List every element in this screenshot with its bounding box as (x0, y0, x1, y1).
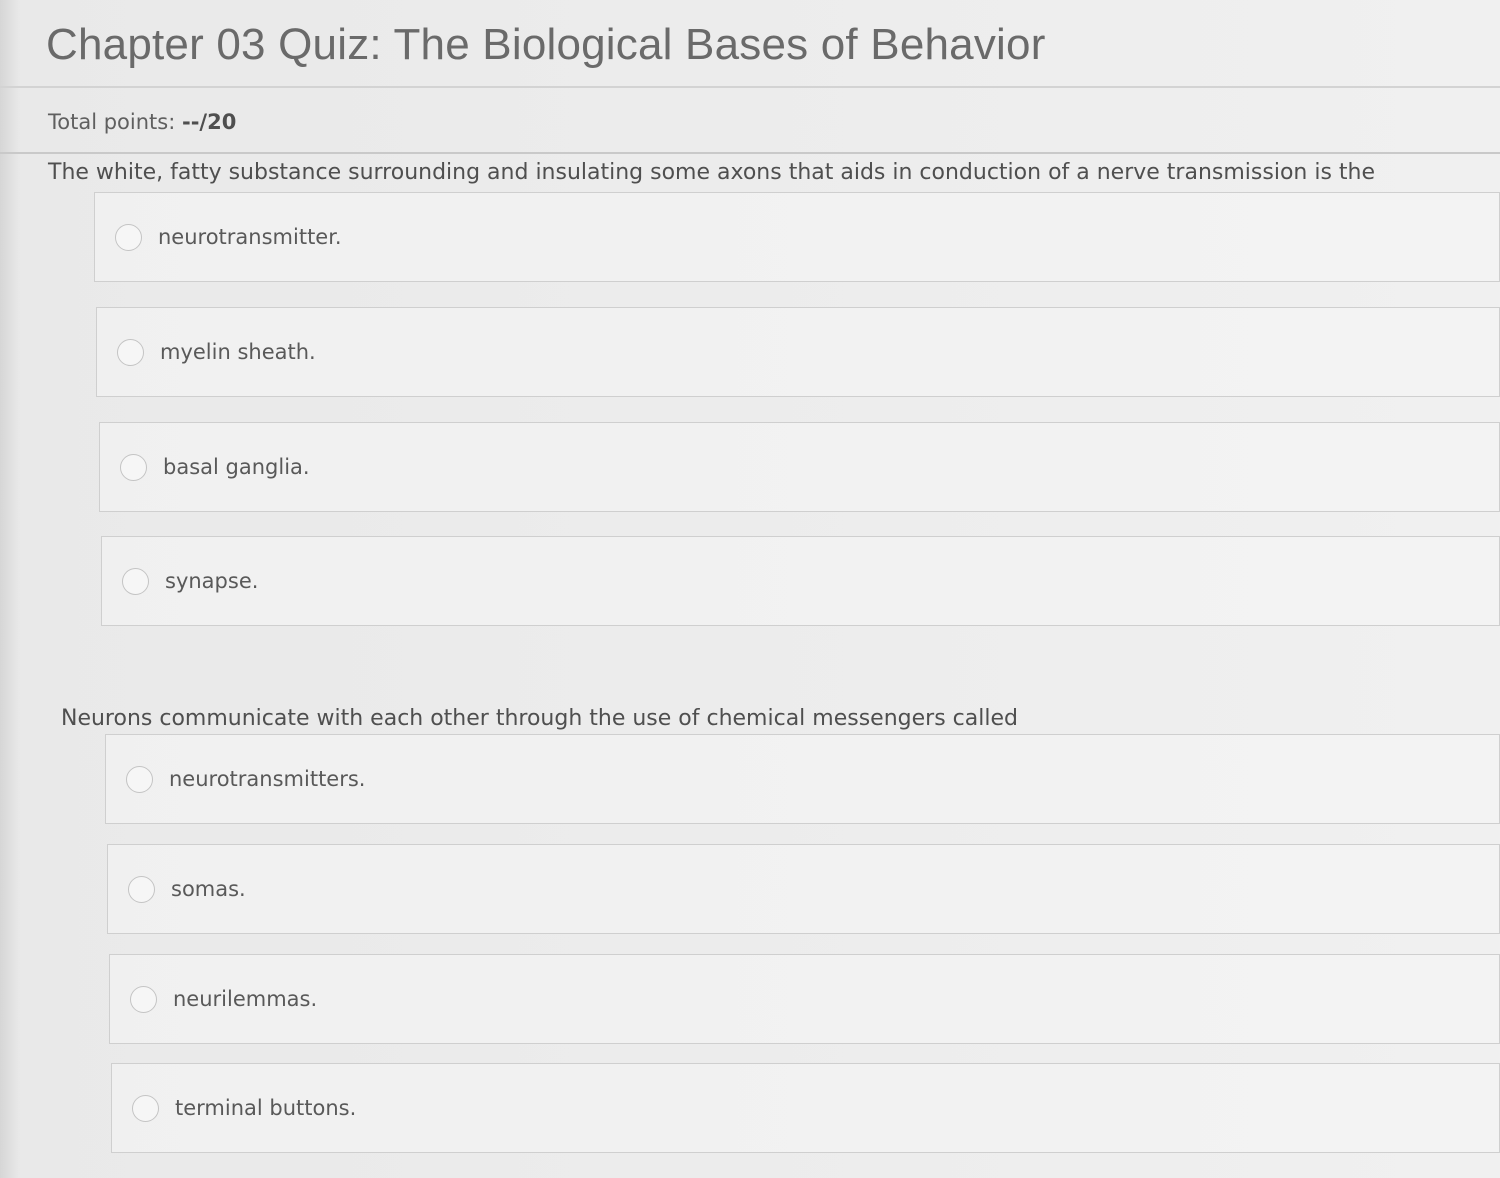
q1-option-1[interactable]: neurotransmitter. (94, 192, 1500, 282)
section-divider (0, 152, 1500, 154)
q2-option-4[interactable]: terminal buttons. (111, 1063, 1500, 1153)
radio-unselected-icon[interactable] (132, 1095, 159, 1122)
total-points: Total points: --/20 (48, 110, 236, 134)
radio-unselected-icon[interactable] (128, 876, 155, 903)
q1-option-4[interactable]: synapse. (101, 536, 1500, 626)
option-label: synapse. (165, 569, 259, 593)
option-label: neurotransmitters. (169, 767, 366, 791)
option-label: neurotransmitter. (158, 225, 342, 249)
option-label: myelin sheath. (160, 340, 316, 364)
option-label: basal ganglia. (163, 455, 310, 479)
option-label: terminal buttons. (175, 1096, 357, 1120)
radio-unselected-icon[interactable] (126, 766, 153, 793)
q2-option-3[interactable]: neurilemmas. (109, 954, 1500, 1044)
option-label: neurilemmas. (173, 987, 318, 1011)
question-2-text: Neurons communicate with each other thro… (61, 706, 1018, 731)
total-points-label: Total points: (48, 110, 176, 134)
title-divider (0, 86, 1500, 88)
radio-unselected-icon[interactable] (117, 339, 144, 366)
q2-option-1[interactable]: neurotransmitters. (105, 734, 1500, 824)
q2-option-2[interactable]: somas. (107, 844, 1500, 934)
quiz-page: Chapter 03 Quiz: The Biological Bases of… (0, 0, 1500, 1178)
page-title: Chapter 03 Quiz: The Biological Bases of… (46, 20, 1046, 69)
radio-unselected-icon[interactable] (130, 986, 157, 1013)
question-1-text: The white, fatty substance surrounding a… (48, 160, 1376, 185)
radio-unselected-icon[interactable] (122, 568, 149, 595)
option-label: somas. (171, 877, 246, 901)
radio-unselected-icon[interactable] (115, 224, 142, 251)
q1-option-2[interactable]: myelin sheath. (96, 307, 1500, 397)
radio-unselected-icon[interactable] (120, 454, 147, 481)
q1-option-3[interactable]: basal ganglia. (99, 422, 1500, 512)
total-points-value: --/20 (181, 110, 237, 134)
